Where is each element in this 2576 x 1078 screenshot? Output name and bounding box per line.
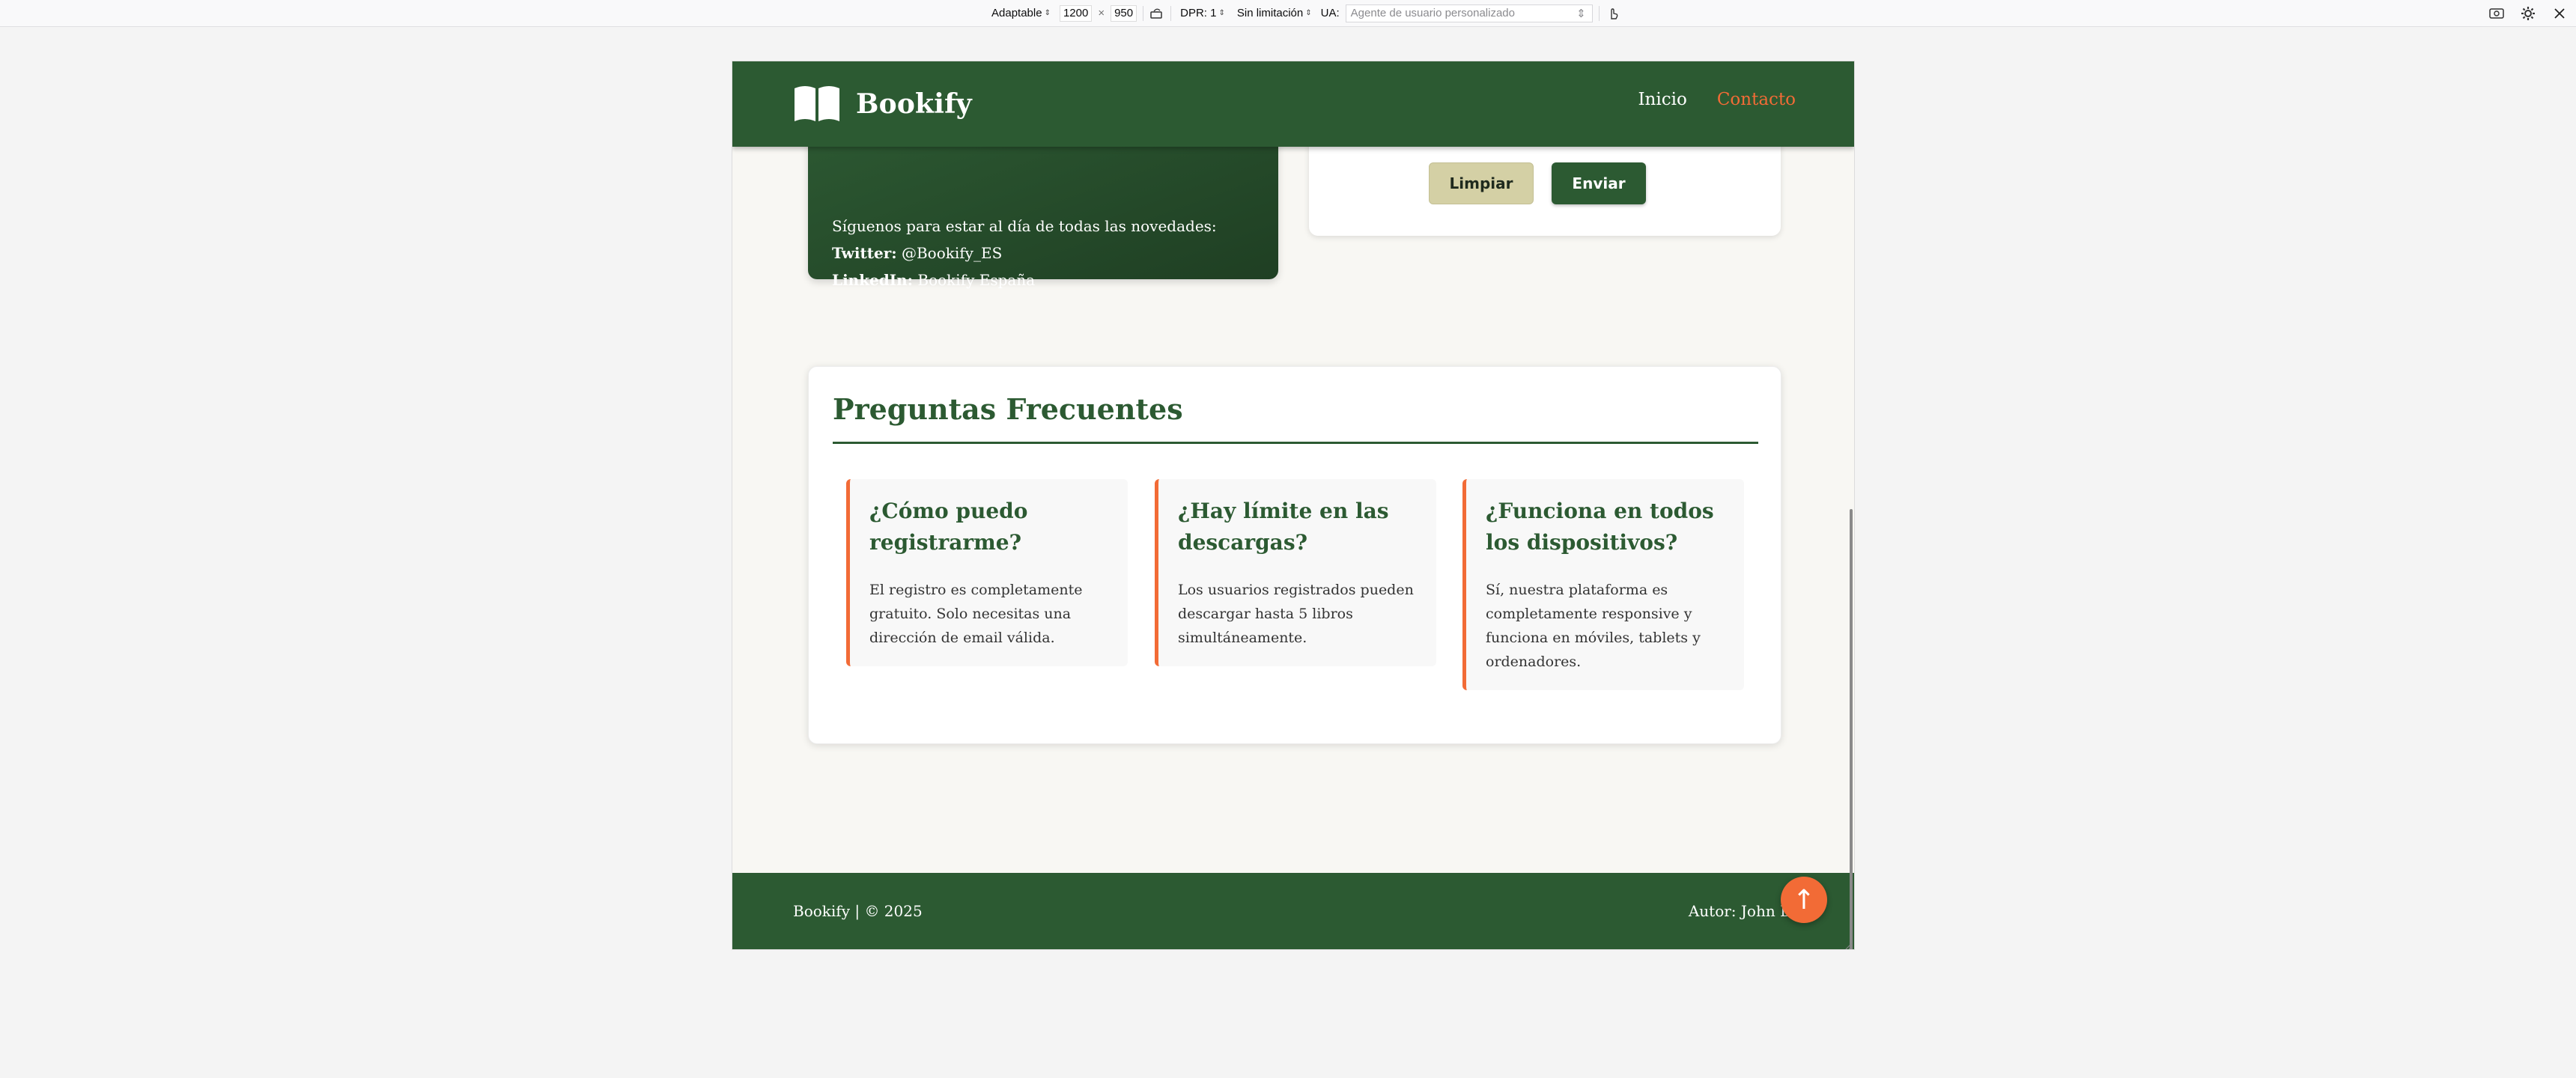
rotate-viewport-icon[interactable] bbox=[1149, 6, 1164, 21]
send-button[interactable]: Enviar bbox=[1552, 162, 1646, 204]
scrollbar-thumb[interactable] bbox=[1850, 509, 1853, 949]
divider bbox=[1598, 5, 1600, 21]
twitter-line: Twitter: @Bookify_ES bbox=[832, 240, 1254, 267]
linkedin-line: LinkedIn: Bookify España bbox=[832, 267, 1254, 293]
close-icon[interactable] bbox=[2552, 6, 2567, 21]
twitter-label: Twitter: bbox=[832, 244, 897, 262]
resize-grip-icon[interactable] bbox=[1844, 939, 1853, 949]
brand-logo[interactable]: Bookify bbox=[793, 82, 972, 126]
faq-answer: Sí, nuestra plataforma es completamente … bbox=[1486, 582, 1701, 670]
viewport-width-input[interactable]: 1200 bbox=[1059, 4, 1093, 22]
twitter-handle: @Bookify_ES bbox=[901, 244, 1003, 262]
times-sign: × bbox=[1098, 7, 1105, 19]
throttling-selector[interactable]: Sin limitación ⇕ bbox=[1234, 7, 1315, 19]
faq-item: ¿Funciona en todos los dispositivos? Sí,… bbox=[1462, 479, 1744, 690]
updown-icon: ⇕ bbox=[1576, 7, 1586, 20]
site-header: Bookify Inicio Contacto bbox=[732, 61, 1854, 147]
user-agent-input[interactable]: Agente de usuario personalizado ⇕ bbox=[1345, 4, 1593, 22]
back-to-top-button[interactable]: ↑ bbox=[1781, 877, 1827, 923]
faq-question: ¿Hay límite en las descargas? bbox=[1178, 499, 1389, 555]
updown-icon: ⇕ bbox=[1305, 9, 1312, 17]
updown-icon: ⇕ bbox=[1044, 9, 1051, 17]
nav-link-contacto[interactable]: Contacto bbox=[1717, 90, 1796, 109]
linkedin-label: LinkedIn: bbox=[832, 271, 914, 289]
toolbar-right bbox=[2489, 0, 2567, 26]
updown-icon: ⇕ bbox=[1218, 9, 1225, 17]
faq-answer: El registro es completamente gratuito. S… bbox=[869, 582, 1083, 646]
faq-question: ¿Cómo puedo registrarme? bbox=[869, 499, 1028, 555]
faq-title: Preguntas Frecuentes bbox=[833, 392, 1183, 426]
faq-divider bbox=[833, 442, 1758, 444]
linkedin-name: Bookify España bbox=[917, 271, 1036, 289]
dpr-label: DPR: 1 bbox=[1180, 7, 1217, 19]
open-book-icon bbox=[793, 82, 841, 126]
faq-section: Preguntas Frecuentes ¿Cómo puedo registr… bbox=[808, 366, 1781, 744]
footer-copyright: Bookify | © 2025 bbox=[793, 902, 923, 920]
toolbar-controls: Adaptable ⇕ 1200 × 950 DPR: 1 ⇕ Sin limi… bbox=[988, 0, 1620, 26]
page-viewport: Síguenos para estar al día de todas las … bbox=[732, 61, 1855, 950]
device-selector-label: Adaptable bbox=[991, 7, 1042, 19]
brand-name: Bookify bbox=[856, 88, 972, 120]
viewport-height-input[interactable]: 950 bbox=[1111, 4, 1137, 22]
faq-item: ¿Hay límite en las descargas? Los usuari… bbox=[1155, 479, 1436, 666]
nav-link-inicio[interactable]: Inicio bbox=[1638, 90, 1686, 109]
faq-item: ¿Cómo puedo registrarme? El registro es … bbox=[846, 479, 1128, 666]
site-footer: Bookify | © 2025 Autor: John Doe bbox=[732, 873, 1854, 949]
clear-button[interactable]: Limpiar bbox=[1429, 162, 1534, 204]
social-intro: Síguenos para estar al día de todas las … bbox=[832, 217, 1217, 235]
user-agent-placeholder: Agente de usuario personalizado bbox=[1350, 7, 1515, 19]
faq-question: ¿Funciona en todos los dispositivos? bbox=[1486, 499, 1714, 555]
divider bbox=[1170, 5, 1172, 21]
responsive-design-toolbar: Adaptable ⇕ 1200 × 950 DPR: 1 ⇕ Sin limi… bbox=[0, 0, 2576, 27]
screenshot-icon[interactable] bbox=[2489, 6, 2504, 21]
ua-label: UA: bbox=[1320, 7, 1340, 19]
throttling-label: Sin limitación bbox=[1236, 7, 1304, 19]
device-selector[interactable]: Adaptable ⇕ bbox=[988, 7, 1054, 19]
touch-simulation-icon[interactable] bbox=[1606, 6, 1620, 21]
form-buttons: Limpiar Enviar bbox=[1429, 162, 1646, 204]
faq-answer: Los usuarios registrados pueden descarga… bbox=[1178, 582, 1414, 646]
settings-gear-icon[interactable] bbox=[2521, 6, 2536, 21]
dpr-selector[interactable]: DPR: 1 ⇕ bbox=[1177, 7, 1228, 19]
main-nav: Inicio Contacto bbox=[1638, 90, 1796, 109]
